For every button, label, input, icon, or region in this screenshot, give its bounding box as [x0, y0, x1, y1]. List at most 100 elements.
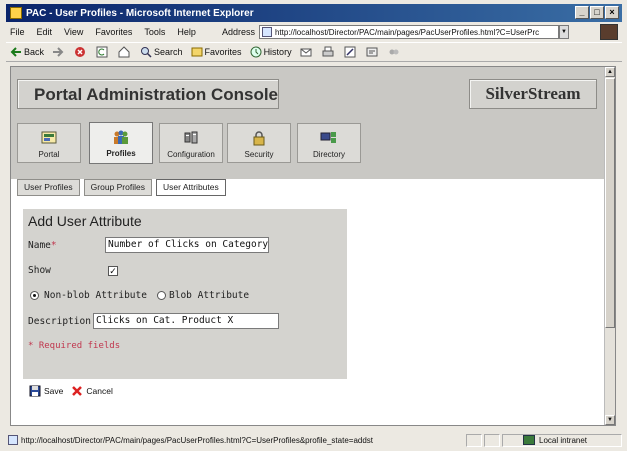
non-blob-radio[interactable]	[30, 291, 39, 300]
subtab-user-attributes[interactable]: User Attributes	[156, 179, 226, 196]
back-label: Back	[24, 47, 45, 57]
page-icon	[8, 435, 18, 445]
address-dropdown-button[interactable]: ▼	[558, 25, 569, 39]
menu-bar: File Edit View Favorites Tools Help Addr…	[6, 23, 622, 41]
ie-icon	[10, 7, 22, 19]
history-button[interactable]: History	[250, 46, 292, 58]
description-field[interactable]: Clicks on Cat. Product X	[93, 313, 279, 329]
show-checkbox[interactable]: ✓	[108, 266, 118, 276]
forward-arrow-icon	[53, 47, 64, 57]
form-actions: Save Cancel	[29, 385, 121, 397]
subtab-bar: User Profiles Group Profiles User Attrib…	[17, 179, 226, 196]
favorites-label: Favorites	[204, 47, 242, 57]
search-button[interactable]: Search	[140, 46, 183, 58]
tab-portal[interactable]: Portal	[17, 123, 81, 163]
menu-tools[interactable]: Tools	[144, 27, 165, 37]
back-button[interactable]: Back	[10, 46, 44, 58]
cancel-label: Cancel	[86, 386, 113, 396]
menu-view[interactable]: View	[64, 27, 83, 37]
tab-configuration[interactable]: Configuration	[159, 123, 223, 163]
tab-profiles-label: Profiles	[106, 149, 136, 158]
status-bar: http://localhost/Director/PAC/main/pages…	[6, 433, 622, 447]
menu-help[interactable]: Help	[177, 27, 196, 37]
tab-directory[interactable]: Directory	[297, 123, 361, 163]
red-x-icon	[72, 386, 83, 396]
form-title: Add User Attribute	[28, 213, 142, 229]
page-icon	[261, 27, 272, 37]
search-label: Search	[154, 47, 183, 57]
status-cell	[484, 433, 500, 447]
menu-file[interactable]: File	[10, 27, 25, 37]
favorites-button[interactable]: Favorites	[191, 46, 242, 58]
tab-configuration-label: Configuration	[167, 150, 215, 159]
refresh-button[interactable]	[96, 46, 110, 58]
mail-icon	[300, 48, 312, 57]
mail-button[interactable]	[300, 46, 314, 58]
blob-radio[interactable]	[157, 291, 166, 300]
scroll-down-arrow-icon[interactable]: ▼	[605, 415, 615, 425]
required-fields-note: * Required fields	[28, 341, 121, 351]
home-icon	[118, 46, 130, 58]
configuration-icon	[184, 131, 198, 144]
tab-directory-label: Directory	[312, 150, 345, 159]
minimize-button[interactable]: _	[575, 6, 589, 19]
save-button[interactable]: Save	[29, 385, 63, 397]
page-viewport: Portal Administration Console SilverStre…	[10, 66, 616, 426]
refresh-icon	[96, 46, 108, 58]
add-attribute-form: Add User Attribute Name* Number of Click…	[23, 209, 347, 379]
history-label: History	[263, 47, 292, 57]
tab-security-label: Security	[244, 150, 274, 159]
edit-icon	[344, 46, 356, 58]
window-controls: _ □ ×	[575, 6, 619, 19]
stop-icon	[75, 47, 86, 57]
intranet-icon	[523, 435, 535, 445]
home-button[interactable]	[118, 46, 132, 58]
subtab-user-profiles[interactable]: User Profiles	[17, 179, 80, 196]
save-label: Save	[44, 386, 64, 396]
address-input[interactable]: http://localhost/Director/PAC/main/pages…	[258, 25, 559, 39]
forward-button[interactable]	[52, 46, 66, 58]
messenger-button[interactable]	[388, 46, 402, 58]
stop-button[interactable]	[74, 46, 88, 58]
close-button[interactable]: ×	[605, 6, 619, 19]
history-icon	[250, 46, 262, 58]
search-icon	[141, 47, 152, 58]
tab-profiles[interactable]: Profiles	[89, 122, 153, 164]
maximize-button[interactable]: □	[590, 6, 604, 19]
name-label-text: Name	[28, 240, 51, 251]
favorites-icon	[191, 47, 203, 57]
name-label: Name*	[28, 240, 57, 251]
show-label: Show	[28, 265, 51, 276]
cancel-button[interactable]: Cancel	[71, 385, 113, 397]
brand-logo: SilverStream	[469, 79, 597, 109]
scroll-up-arrow-icon[interactable]: ▲	[605, 67, 615, 77]
security-zone: Local intranet	[502, 433, 622, 447]
subtab-group-profiles[interactable]: Group Profiles	[83, 179, 152, 196]
address-label: Address	[221, 27, 255, 37]
tab-security[interactable]: Security	[227, 123, 291, 163]
description-label: Description	[28, 316, 91, 327]
vertical-scrollbar[interactable]: ▲ ▼	[604, 67, 615, 425]
required-marker: *	[50, 240, 57, 251]
blob-label: Blob Attribute	[169, 290, 250, 301]
address-url: http://localhost/Director/PAC/main/pages…	[274, 27, 540, 37]
security-icon	[253, 131, 265, 146]
window-titlebar: PAC - User Profiles - Microsoft Internet…	[6, 4, 622, 22]
status-url-text: http://localhost/Director/PAC/main/pages…	[21, 435, 374, 445]
zone-label: Local intranet	[539, 435, 588, 445]
directory-icon	[320, 132, 336, 143]
status-url: http://localhost/Director/PAC/main/pages…	[6, 435, 464, 445]
menu-edit[interactable]: Edit	[37, 27, 53, 37]
discuss-button[interactable]	[366, 46, 380, 58]
menu-favorites[interactable]: Favorites	[95, 27, 132, 37]
back-arrow-icon	[10, 47, 21, 57]
windows-logo-icon	[600, 24, 618, 40]
profiles-icon	[114, 130, 128, 144]
messenger-icon	[389, 49, 399, 55]
name-field[interactable]: Number of Clicks on Category	[105, 237, 269, 253]
scrollbar-thumb[interactable]	[605, 78, 615, 328]
edit-button[interactable]	[344, 46, 358, 58]
print-button[interactable]	[322, 46, 336, 58]
floppy-disk-icon	[29, 385, 41, 397]
console-header: Portal Administration Console SilverStre…	[11, 67, 605, 179]
